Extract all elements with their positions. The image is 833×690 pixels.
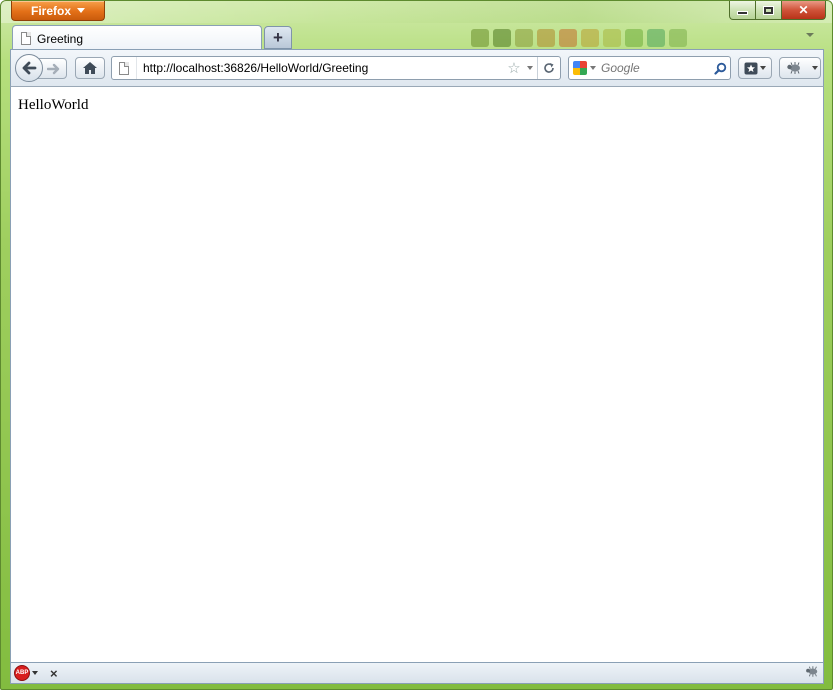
arrow-left-icon	[22, 61, 37, 75]
chevron-down-icon	[760, 66, 766, 70]
search-button[interactable]	[710, 62, 730, 75]
firefox-menu-button[interactable]: Firefox	[11, 1, 105, 21]
bookmarks-button[interactable]	[738, 57, 772, 79]
history-dropdown-button[interactable]	[523, 66, 537, 70]
firefox-menu-label: Firefox	[30, 3, 71, 18]
adblock-icon[interactable]: ABP	[14, 665, 30, 681]
minimize-button[interactable]	[729, 1, 756, 20]
chevron-down-icon	[77, 8, 85, 13]
close-icon: ✕	[798, 3, 809, 17]
address-bar[interactable]: http://localhost:36826/HelloWorld/Greeti…	[111, 56, 561, 80]
maximize-icon	[764, 6, 773, 14]
navigation-toolbar: http://localhost:36826/HelloWorld/Greeti…	[10, 49, 824, 87]
chevron-down-icon	[812, 66, 818, 70]
new-tab-button[interactable]: +	[264, 26, 292, 49]
window-controls: ✕	[729, 1, 826, 20]
adblock-label: ABP	[15, 670, 29, 676]
page-content: HelloWorld	[10, 87, 824, 662]
search-bar[interactable]	[568, 56, 731, 80]
tab-label: Greeting	[37, 31, 84, 46]
bookmarks-icon	[744, 62, 758, 74]
site-identity-button[interactable]	[112, 57, 137, 79]
maximize-button[interactable]	[756, 1, 782, 20]
chevron-down-icon	[527, 66, 533, 70]
theme-decoration	[471, 29, 687, 47]
reload-icon	[544, 63, 554, 73]
close-icon[interactable]: ×	[50, 666, 58, 681]
chevron-down-icon	[589, 66, 596, 70]
page-icon	[119, 61, 129, 75]
status-bar: ABP ×	[10, 662, 824, 684]
search-icon	[713, 62, 726, 75]
title-bar	[1, 1, 832, 23]
plus-icon: +	[273, 27, 283, 47]
addon-toolbar-button[interactable]	[779, 57, 821, 79]
page-icon	[21, 32, 31, 45]
star-icon[interactable]: ☆	[505, 59, 523, 77]
tab-greeting[interactable]: Greeting	[12, 25, 262, 51]
arrow-right-icon	[47, 63, 60, 74]
minimize-icon	[737, 11, 748, 15]
close-button[interactable]: ✕	[782, 1, 826, 20]
home-icon	[83, 62, 97, 74]
bug-icon	[806, 666, 818, 677]
addon-status-icon[interactable]	[805, 664, 819, 682]
search-engine-button[interactable]	[569, 57, 599, 79]
browser-window: Firefox ✕ Greeting + http://localhost:36…	[0, 0, 833, 690]
bug-icon	[787, 62, 800, 74]
google-icon	[572, 61, 587, 75]
reload-button[interactable]	[537, 57, 560, 79]
list-all-tabs-icon[interactable]	[806, 33, 814, 37]
home-button[interactable]	[75, 57, 105, 79]
page-body-text: HelloWorld	[18, 97, 89, 113]
back-button[interactable]	[15, 54, 43, 82]
search-input[interactable]	[599, 61, 710, 75]
chevron-down-icon[interactable]	[32, 671, 38, 675]
url-input[interactable]: http://localhost:36826/HelloWorld/Greeti…	[137, 61, 505, 75]
